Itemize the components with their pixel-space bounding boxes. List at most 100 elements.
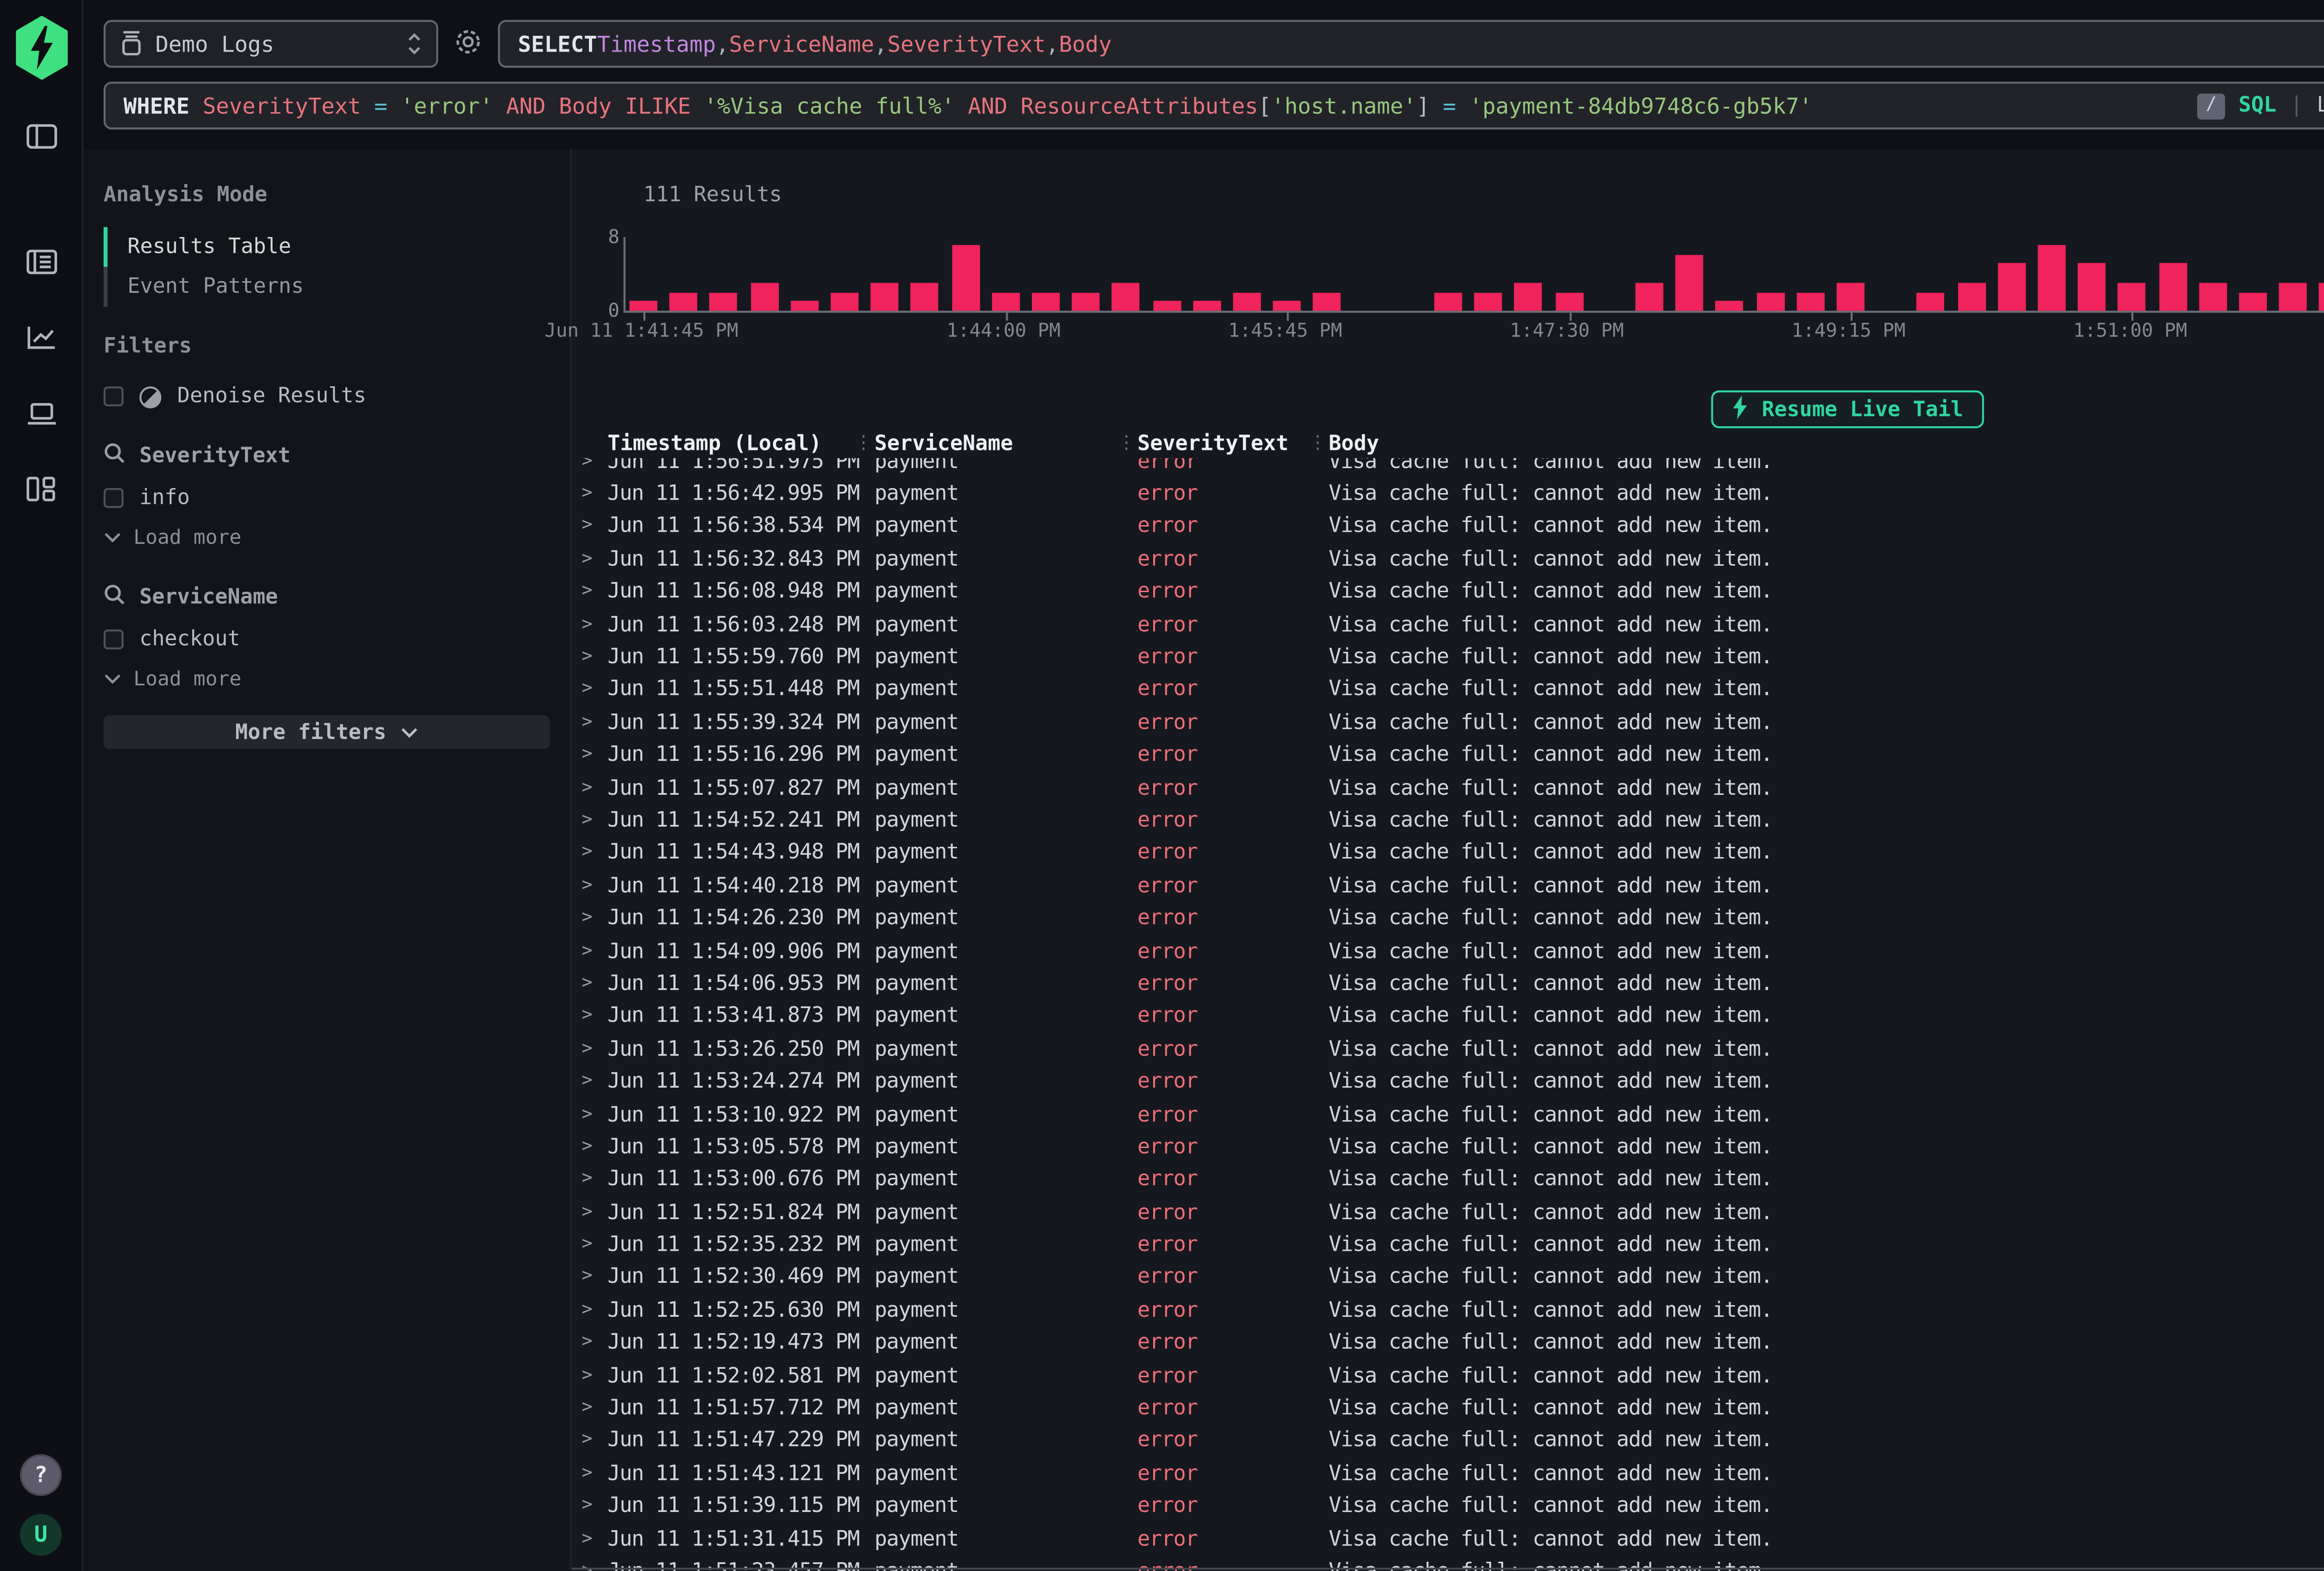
dashboards-icon[interactable] xyxy=(19,472,63,506)
row-expand-icon[interactable]: > xyxy=(576,909,608,929)
column-header-servicename[interactable]: ⋮ServiceName xyxy=(874,431,1137,455)
row-expand-icon[interactable]: > xyxy=(576,1137,608,1157)
search-icon[interactable] xyxy=(104,584,125,612)
table-row[interactable]: >Jun 11 1:52:19.473 PMpaymenterrorVisa c… xyxy=(572,1327,2324,1359)
column-drag-handle-icon[interactable]: ⋮ xyxy=(1117,433,1136,453)
table-row[interactable]: >Jun 11 1:53:41.873 PMpaymenterrorVisa c… xyxy=(572,1000,2324,1033)
histogram-bars[interactable] xyxy=(623,237,2324,313)
row-expand-icon[interactable]: > xyxy=(576,1170,608,1190)
row-expand-icon[interactable]: > xyxy=(576,941,608,961)
table-row[interactable]: >Jun 11 1:53:05.578 PMpaymenterrorVisa c… xyxy=(572,1131,2324,1163)
row-expand-icon[interactable]: > xyxy=(576,1039,608,1059)
table-row[interactable]: >Jun 11 1:55:16.296 PMpaymenterrorVisa c… xyxy=(572,739,2324,772)
row-expand-icon[interactable]: > xyxy=(576,1300,608,1320)
load-more-severity[interactable]: Load more xyxy=(104,528,550,550)
row-expand-icon[interactable]: > xyxy=(576,1104,608,1124)
table-row[interactable]: >Jun 11 1:53:00.676 PMpaymenterrorVisa c… xyxy=(572,1163,2324,1196)
where-query-input[interactable]: WHERE SeverityText = 'error' AND Body IL… xyxy=(104,82,2324,130)
table-row[interactable]: >Jun 11 1:51:39.115 PMpaymenterrorVisa c… xyxy=(572,1490,2324,1523)
table-row[interactable]: >Jun 11 1:56:32.843 PMpaymenterrorVisa c… xyxy=(572,543,2324,576)
select-query-input[interactable]: SELECT Timestamp, ServiceName, SeverityT… xyxy=(498,20,2324,68)
row-expand-icon[interactable]: > xyxy=(576,1268,608,1288)
table-row[interactable]: >Jun 11 1:51:43.121 PMpaymenterrorVisa c… xyxy=(572,1457,2324,1490)
row-expand-icon[interactable]: > xyxy=(576,484,608,504)
row-expand-icon[interactable]: > xyxy=(576,1464,608,1484)
source-settings-button[interactable] xyxy=(454,25,482,63)
row-expand-icon[interactable]: > xyxy=(576,1072,608,1092)
column-header-severitytext[interactable]: ⋮SeverityText xyxy=(1137,431,1328,455)
table-row[interactable]: >Jun 11 1:51:31.415 PMpaymenterrorVisa c… xyxy=(572,1523,2324,1555)
info-checkbox[interactable] xyxy=(104,488,124,508)
denoise-results-option[interactable]: Denoise Results xyxy=(104,384,550,408)
table-row[interactable]: >Jun 11 1:55:51.448 PMpaymenterrorVisa c… xyxy=(572,674,2324,706)
load-more-service[interactable]: Load more xyxy=(104,669,550,691)
row-expand-icon[interactable]: > xyxy=(576,615,608,635)
denoise-checkbox[interactable] xyxy=(104,386,124,406)
avatar[interactable]: U xyxy=(20,1513,62,1555)
table-row[interactable]: >Jun 11 1:53:10.922 PMpaymenterrorVisa c… xyxy=(572,1098,2324,1131)
checkout-checkbox[interactable] xyxy=(104,629,124,649)
table-row[interactable]: >Jun 11 1:55:39.324 PMpaymenterrorVisa c… xyxy=(572,706,2324,739)
horizontal-scrollbar-track[interactable] xyxy=(572,1567,2324,1569)
table-row[interactable]: >Jun 11 1:53:26.250 PMpaymenterrorVisa c… xyxy=(572,1033,2324,1065)
resume-live-tail-button[interactable]: Resume Live Tail xyxy=(1712,390,1983,428)
row-expand-icon[interactable]: > xyxy=(576,1366,608,1386)
lucene-mode-toggle[interactable]: Lucene xyxy=(2317,93,2324,117)
sql-mode-toggle[interactable]: SQL xyxy=(2238,93,2276,117)
table-row[interactable]: >Jun 11 1:54:09.906 PMpaymenterrorVisa c… xyxy=(572,935,2324,968)
search-icon[interactable] xyxy=(104,442,125,470)
row-expand-icon[interactable]: > xyxy=(576,1399,608,1419)
row-expand-icon[interactable]: > xyxy=(576,1529,608,1549)
table-row[interactable]: >Jun 11 1:53:24.274 PMpaymenterrorVisa c… xyxy=(572,1066,2324,1098)
row-expand-icon[interactable]: > xyxy=(576,974,608,994)
table-row[interactable]: >Jun 11 1:54:52.241 PMpaymenterrorVisa c… xyxy=(572,805,2324,837)
collapse-sidebar-icon[interactable] xyxy=(19,119,63,153)
tab-event-patterns[interactable]: Event Patterns xyxy=(104,267,550,307)
row-expand-icon[interactable]: > xyxy=(576,1235,608,1255)
chart-explorer-icon[interactable] xyxy=(19,321,63,355)
row-expand-icon[interactable]: > xyxy=(576,1333,608,1353)
column-drag-handle-icon[interactable]: ⋮ xyxy=(1309,433,1327,453)
source-selector[interactable]: Demo Logs xyxy=(104,20,438,68)
row-expand-icon[interactable]: > xyxy=(576,778,608,798)
facet-option-checkout[interactable]: checkout xyxy=(104,627,550,651)
row-expand-icon[interactable]: > xyxy=(576,647,608,667)
table-row[interactable]: >Jun 11 1:52:25.630 PMpaymenterrorVisa c… xyxy=(572,1294,2324,1327)
row-expand-icon[interactable]: > xyxy=(576,713,608,733)
table-row[interactable]: >Jun 11 1:56:03.248 PMpaymenterrorVisa c… xyxy=(572,608,2324,641)
row-expand-icon[interactable]: > xyxy=(576,517,608,537)
table-row[interactable]: >Jun 11 1:54:43.948 PMpaymenterrorVisa c… xyxy=(572,837,2324,870)
row-expand-icon[interactable]: > xyxy=(576,746,608,766)
table-row[interactable]: >Jun 11 1:52:30.469 PMpaymenterrorVisa c… xyxy=(572,1261,2324,1294)
table-row[interactable]: >Jun 11 1:55:59.760 PMpaymenterrorVisa c… xyxy=(572,641,2324,673)
table-row[interactable]: >Jun 11 1:52:35.232 PMpaymenterrorVisa c… xyxy=(572,1229,2324,1261)
column-header-body[interactable]: ⋮Body xyxy=(1329,431,2324,455)
row-expand-icon[interactable]: > xyxy=(576,1562,608,1571)
row-expand-icon[interactable]: > xyxy=(576,1496,608,1516)
hyperdx-logo-icon[interactable] xyxy=(13,16,69,87)
column-drag-handle-icon[interactable]: ⋮ xyxy=(855,433,873,453)
column-header-timestamp[interactable]: Timestamp (Local) xyxy=(607,431,874,455)
table-row[interactable]: >Jun 11 1:52:51.824 PMpaymenterrorVisa c… xyxy=(572,1196,2324,1229)
table-row[interactable]: >Jun 11 1:56:08.948 PMpaymenterrorVisa c… xyxy=(572,576,2324,608)
row-expand-icon[interactable]: > xyxy=(576,811,608,831)
table-row[interactable]: >Jun 11 1:51:47.229 PMpaymenterrorVisa c… xyxy=(572,1425,2324,1457)
table-row[interactable]: >Jun 11 1:56:42.995 PMpaymenterrorVisa c… xyxy=(572,478,2324,510)
row-expand-icon[interactable]: > xyxy=(576,1431,608,1451)
row-expand-icon[interactable]: > xyxy=(576,1007,608,1027)
results-histogram[interactable]: 8 0 Jun 11 1:41:45 PM1:44:00 PM1:45:45 P… xyxy=(600,237,2324,343)
row-expand-icon[interactable]: > xyxy=(576,843,608,863)
row-expand-icon[interactable]: > xyxy=(576,680,608,700)
table-row[interactable]: >Jun 11 1:54:06.953 PMpaymenterrorVisa c… xyxy=(572,968,2324,1000)
facet-option-info[interactable]: info xyxy=(104,486,550,510)
table-row[interactable]: >Jun 11 1:54:40.218 PMpaymenterrorVisa c… xyxy=(572,870,2324,902)
table-row[interactable]: >Jun 11 1:51:57.712 PMpaymenterrorVisa c… xyxy=(572,1392,2324,1425)
table-row[interactable]: >Jun 11 1:54:26.230 PMpaymenterrorVisa c… xyxy=(572,902,2324,935)
more-filters-button[interactable]: More filters xyxy=(104,715,550,749)
table-row[interactable]: >Jun 11 1:52:02.581 PMpaymenterrorVisa c… xyxy=(572,1360,2324,1392)
row-expand-icon[interactable]: > xyxy=(576,876,608,896)
row-expand-icon[interactable]: > xyxy=(576,1202,608,1222)
table-row[interactable]: >Jun 11 1:55:07.827 PMpaymenterrorVisa c… xyxy=(572,772,2324,804)
row-expand-icon[interactable]: > xyxy=(576,549,608,569)
row-expand-icon[interactable]: > xyxy=(576,582,608,602)
